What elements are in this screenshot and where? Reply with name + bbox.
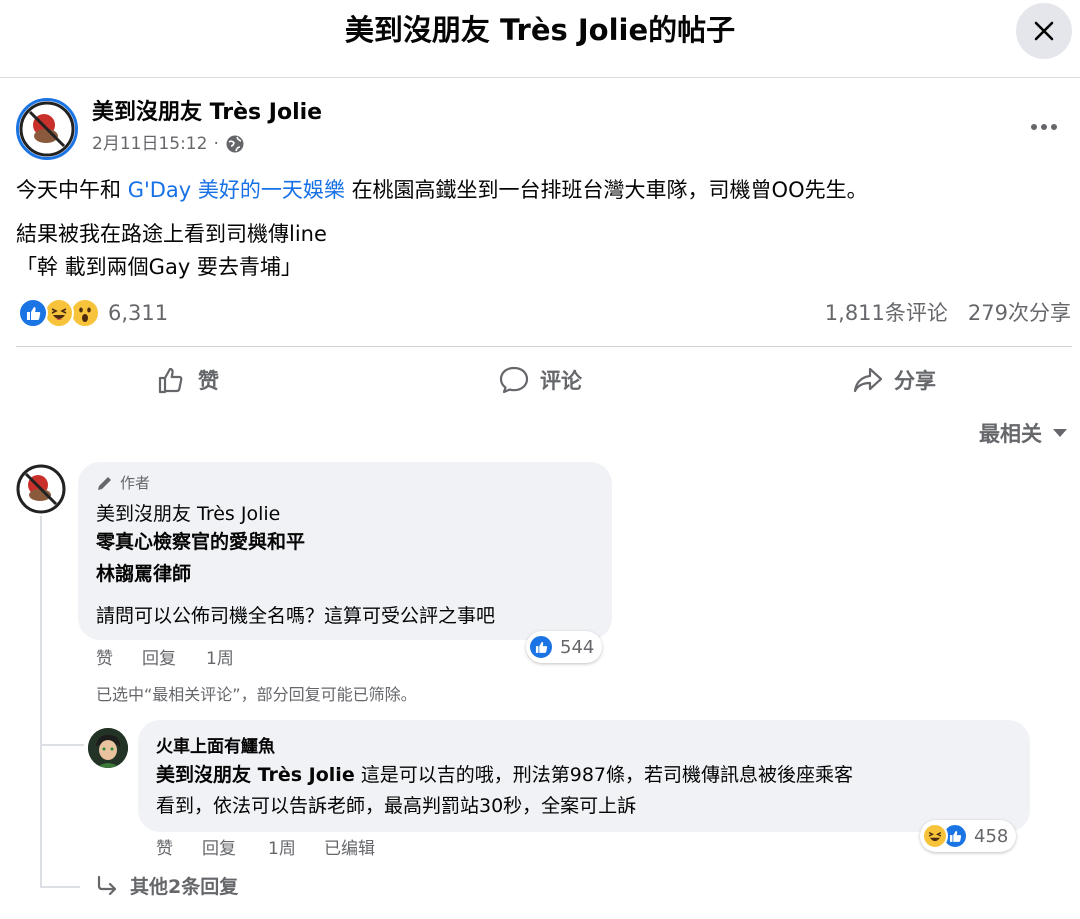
author-badge-label: 作者 xyxy=(120,474,151,492)
reply-actions: 赞 回复 1周 已编辑 xyxy=(156,837,375,861)
view-more-replies-button[interactable]: 其他2条回复 xyxy=(96,872,238,899)
comment-author-name[interactable]: 美到沒朋友 Très Jolie xyxy=(96,500,280,528)
close-button[interactable] xyxy=(1016,3,1072,59)
mention-tag[interactable]: 林謅罵律師 xyxy=(96,560,191,588)
globe-icon xyxy=(226,135,244,153)
divider xyxy=(16,346,1072,347)
like-reaction-icon xyxy=(528,634,554,660)
thread-line-branch-bottom xyxy=(40,886,80,888)
like-label: 赞 xyxy=(198,369,219,393)
haha-reaction-icon xyxy=(922,823,948,849)
reaction-count: 6,311 xyxy=(108,301,169,325)
post-date[interactable]: 2月11日15:12 xyxy=(92,132,207,156)
thread-line-branch xyxy=(40,744,84,746)
post-text-prefix: 今天中午和 xyxy=(16,178,121,202)
author-badge: 作者 xyxy=(96,472,150,493)
caret-down-icon xyxy=(1053,429,1067,437)
share-button[interactable]: 分享 xyxy=(852,362,936,398)
post-meta: 2月11日15:12 · xyxy=(92,132,245,156)
dialog-title: 美到沒朋友 Très Jolie的帖子 xyxy=(344,13,736,47)
reply-like-link[interactable]: 赞 xyxy=(156,837,202,861)
like-reaction-icon xyxy=(18,298,48,328)
sort-label: 最相关 xyxy=(979,422,1042,446)
post-text-line-1: 今天中午和 G'Day 美好的一天娛樂 在桃園高鐵坐到一台排班台灣大車隊，司機曾… xyxy=(16,175,868,205)
share-arrow-icon xyxy=(853,367,883,393)
reply-reply-link[interactable]: 回复 xyxy=(202,837,268,861)
like-button[interactable]: 赞 xyxy=(156,362,219,398)
reply-reactions[interactable]: 458 xyxy=(920,820,1017,852)
more-replies-label: 其他2条回复 xyxy=(130,876,239,898)
comment-sort-dropdown[interactable]: 最相关 xyxy=(979,418,1068,448)
more-dots-icon xyxy=(1031,124,1057,130)
reply-time[interactable]: 1周 xyxy=(268,837,324,861)
more-options-button[interactable] xyxy=(1026,113,1062,141)
meta-separator: · xyxy=(213,134,219,154)
reply-text-part: 這是可以吉的哦，刑法第987條，若司機傳訊息被後座乘客 xyxy=(360,764,854,786)
comment-actions: 赞 回复 1周 xyxy=(96,647,234,671)
mention-tag[interactable]: 零真心檢察官的愛與和平 xyxy=(96,528,305,556)
filter-note: 已选中“最相关评论”，部分回复可能已筛除。 xyxy=(96,685,417,704)
post-text-line-2: 結果被我在路途上看到司機傳line xyxy=(16,222,327,246)
comment-count[interactable]: 1,811条评论 xyxy=(825,298,948,328)
thread-line xyxy=(40,516,42,888)
thumbs-up-icon xyxy=(158,367,183,394)
reply-author-name[interactable]: 火車上面有鱷魚 xyxy=(156,733,275,761)
reply-text-line-2: 看到，依法可以告訴老師，最高判罰站30秒，全案可上訴 xyxy=(156,795,637,817)
comment-text: 請問可以公佈司機全名嗎？這算可受公評之事吧 xyxy=(96,605,496,627)
tagged-page-link[interactable]: G'Day 美好的一天娛樂 xyxy=(128,178,345,202)
dialog-header: 美到沒朋友 Très Jolie的帖子 xyxy=(0,0,1080,78)
post-author-name[interactable]: 美到沒朋友 Très Jolie xyxy=(92,98,322,128)
comment-label: 评论 xyxy=(540,369,582,393)
comment-author-avatar[interactable] xyxy=(16,464,66,514)
post-text-line-3: 「幹 載到兩個Gay 要去青埔」 xyxy=(16,255,302,279)
comment-button[interactable]: 评论 xyxy=(498,362,582,398)
share-label: 分享 xyxy=(894,369,936,393)
comment-reactions[interactable]: 544 xyxy=(526,631,603,663)
reply-mention[interactable]: 美到沒朋友 Très Jolie xyxy=(156,764,355,786)
pencil-icon xyxy=(98,476,111,490)
edited-label: 已编辑 xyxy=(324,839,375,859)
post-text-suffix: 在桃園高鐵坐到一台排班台灣大車隊，司機曾OO先生。 xyxy=(351,178,868,202)
haha-reaction-icon xyxy=(44,298,74,328)
reply-text-line-1: 美到沒朋友 Très Jolie 這是可以吉的哦，刑法第987條，若司機傳訊息被… xyxy=(156,761,853,789)
post-stats: 1,811条评论 279次分享 xyxy=(825,298,1071,328)
comment-bubble-icon xyxy=(499,366,529,394)
post-author-avatar[interactable] xyxy=(16,98,78,160)
share-count[interactable]: 279次分享 xyxy=(968,298,1071,328)
comment-like-link[interactable]: 赞 xyxy=(96,647,142,671)
reply-arrow-icon xyxy=(97,875,117,895)
comment-time[interactable]: 1周 xyxy=(206,647,234,671)
close-icon xyxy=(1034,21,1054,41)
wow-reaction-icon xyxy=(70,298,100,328)
reply-author-avatar[interactable] xyxy=(88,728,128,768)
comment-reaction-count: 544 xyxy=(560,636,595,658)
comment-reply-link[interactable]: 回复 xyxy=(142,647,206,671)
post-reactions[interactable]: 6,311 xyxy=(18,298,168,328)
reply-reaction-count: 458 xyxy=(974,825,1009,847)
